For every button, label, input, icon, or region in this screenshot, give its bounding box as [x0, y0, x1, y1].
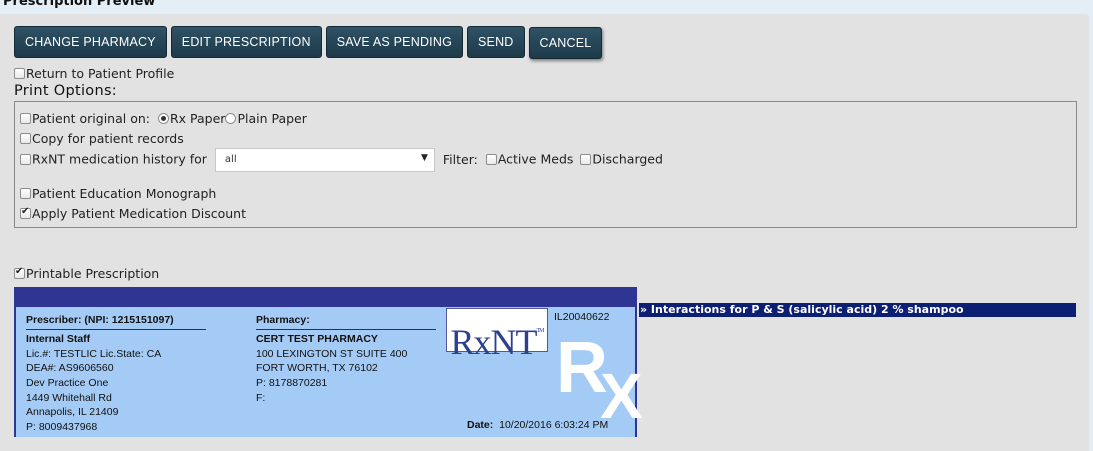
pharmacy-header: Pharmacy: — [256, 314, 310, 326]
education-option: Patient Education Monograph — [20, 186, 216, 201]
print-options-title: Print Options: — [14, 83, 117, 99]
pharmacy-name: CERT TEST PHARMACY — [256, 333, 378, 345]
active-meds-label: Active Meds — [497, 151, 574, 167]
change-pharmacy-button[interactable]: CHANGE PHARMACY — [14, 26, 167, 58]
page-title: Prescription Preview — [3, 0, 156, 9]
plain-paper-radio[interactable] — [225, 113, 237, 124]
rx-symbol-r: R — [556, 328, 608, 408]
return-to-profile-checkbox[interactable] — [14, 68, 25, 79]
med-history-option: RxNT medication history for all ▼ Filter:… — [20, 148, 663, 172]
med-history-checkbox[interactable] — [20, 153, 31, 165]
printable-prescription-checkbox[interactable] — [14, 266, 25, 279]
pharmacy-divider — [256, 329, 436, 330]
active-meds-checkbox[interactable] — [485, 153, 497, 165]
med-history-select[interactable]: all ▼ — [214, 148, 435, 172]
rxnt-logo: RxNTTM — [446, 308, 548, 362]
printable-prescription-option: Printable Prescription — [14, 266, 159, 281]
discount-option: Apply Patient Medication Discount — [20, 206, 246, 221]
discharged-checkbox[interactable] — [580, 153, 592, 165]
printable-prescription-label: Printable Prescription — [26, 266, 160, 281]
education-label: Patient Education Monograph — [32, 186, 217, 201]
prescription-id: IL20040622 — [554, 311, 610, 323]
plain-paper-label: Plain Paper — [237, 111, 307, 126]
education-checkbox[interactable] — [20, 188, 31, 199]
return-to-profile-label: Return to Patient Profile — [26, 66, 175, 81]
discharged-label: Discharged — [592, 151, 663, 167]
rxnt-logo-text: RxNT — [450, 322, 538, 362]
prescriber-address2: Annapolis, IL 21409 — [26, 406, 119, 418]
filter-label: Filter: — [442, 151, 478, 167]
interactions-link[interactable]: » Interactions for P & S (salicylic acid… — [639, 303, 1076, 317]
med-history-label: RxNT medication history for — [32, 151, 207, 167]
discount-checkbox[interactable] — [20, 206, 31, 219]
copy-records-checkbox[interactable] — [20, 133, 31, 144]
prescription-body: Prescriber: (NPI: 1215151097) Internal S… — [16, 307, 643, 437]
pharmacy-address1: 100 LEXINGTON ST SUITE 400 — [256, 348, 408, 360]
prescriber-dea: DEA#: AS9606560 — [26, 362, 114, 374]
patient-original-label: Patient original on: — [32, 111, 150, 126]
rx-symbol-icon: RX — [556, 328, 643, 432]
prescription-document: Prescriber: (NPI: 1215151097) Internal S… — [14, 287, 643, 437]
pharmacy-fax: F: — [256, 392, 266, 404]
prescriber-practice: Dev Practice One — [26, 377, 109, 389]
send-button[interactable]: SEND — [467, 26, 525, 58]
date-value: 10/20/2016 6:03:24 PM — [499, 419, 609, 431]
prescriber-header: Prescriber: (NPI: 1215151097) — [26, 314, 174, 326]
prescription-date: Date: 10/20/2016 6:03:24 PM — [467, 418, 608, 433]
prescriber-phone: P: 8009437968 — [26, 421, 98, 433]
prescriber-divider — [26, 329, 206, 330]
copy-records-label: Copy for patient records — [32, 131, 184, 146]
toolbar: CHANGE PHARMACY EDIT PRESCRIPTION SAVE A… — [14, 26, 603, 59]
chevron-down-icon: ▼ — [420, 153, 428, 163]
date-label: Date: — [467, 419, 494, 431]
copy-records-option: Copy for patient records — [20, 131, 184, 146]
edit-prescription-button[interactable]: EDIT PRESCRIPTION — [170, 26, 322, 58]
rxnt-logo-tm: TM — [536, 328, 545, 334]
rx-paper-radio[interactable] — [157, 113, 169, 124]
return-to-profile-option: Return to Patient Profile — [14, 66, 174, 81]
pharmacy-address2: FORT WORTH, TX 76102 — [256, 362, 378, 374]
prescriber-name: Internal Staff — [26, 333, 91, 345]
med-history-select-value: all — [224, 154, 237, 165]
save-as-pending-button[interactable]: SAVE AS PENDING — [325, 26, 463, 58]
prescriber-license: Lic.#: TESTLIC Lic.State: CA — [26, 348, 162, 360]
prescriber-address1: 1449 Whitehall Rd — [26, 392, 112, 404]
discount-label: Apply Patient Medication Discount — [32, 206, 246, 221]
rx-paper-label: Rx Paper — [169, 111, 226, 126]
cancel-button[interactable]: CANCEL — [528, 27, 603, 59]
patient-original-option: Patient original on: Rx Paper Plain Paper — [20, 111, 307, 126]
patient-original-checkbox[interactable] — [20, 113, 31, 124]
print-options-box: Patient original on: Rx Paper Plain Paper… — [14, 101, 1077, 228]
pharmacy-phone: P: 8178870281 — [256, 377, 328, 389]
